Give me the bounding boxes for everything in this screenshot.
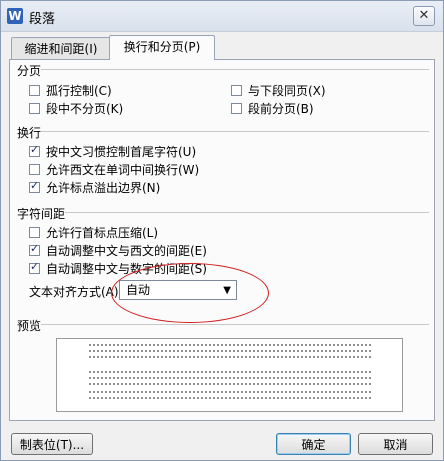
divider — [65, 212, 429, 213]
tabs-button[interactable]: 制表位(T)... — [11, 433, 93, 455]
checkbox-label: 自动调整中文与西文的间距(E) — [46, 244, 207, 258]
checkbox[interactable] — [29, 164, 40, 175]
checkbox[interactable] — [29, 85, 40, 96]
close-button[interactable]: ✕ — [413, 6, 435, 26]
checkbox[interactable] — [29, 260, 40, 274]
preview-box — [56, 338, 403, 412]
checkbox-widow-control[interactable]: 孤行控制(C) — [29, 82, 112, 99]
checkbox-label: 段前分页(B) — [248, 102, 314, 116]
tab-line-page-breaks[interactable]: 换行和分页(P) — [109, 35, 215, 60]
divider — [41, 131, 429, 132]
checkbox[interactable] — [29, 179, 40, 193]
divider — [41, 324, 429, 325]
checkbox[interactable] — [29, 143, 40, 157]
cancel-button[interactable]: 取消 — [358, 433, 433, 455]
preview-line — [89, 350, 371, 352]
text-alignment-label: 文本对齐方式(A): — [29, 285, 123, 299]
checkbox-chinese-first-last[interactable]: 按中文习惯控制首尾字符(U) — [29, 143, 196, 160]
checkbox-keep-with-next[interactable]: 与下段同页(X) — [231, 82, 326, 99]
checkbox[interactable] — [29, 103, 40, 114]
checkbox-auto-space-western[interactable]: 自动调整中文与西文的间距(E) — [29, 242, 207, 259]
preview-line — [89, 356, 371, 358]
tab-indent-spacing[interactable]: 缩进和间距(I) — [11, 37, 111, 60]
checkbox-allow-word-wrap[interactable]: 允许西文在单词中间换行(W) — [29, 161, 199, 178]
text-alignment-value: 自动 — [126, 283, 151, 297]
checkbox[interactable] — [231, 103, 242, 114]
checkbox-label: 段中不分页(K) — [46, 102, 124, 116]
divider — [41, 69, 429, 70]
text-alignment-select[interactable]: 自动 ▼ — [119, 280, 237, 300]
section-title-pagination: 分页 — [17, 62, 42, 79]
checkbox-keep-lines-together[interactable]: 段中不分页(K) — [29, 100, 123, 117]
paragraph-dialog: W 段落 ✕ 缩进和间距(I) 换行和分页(P) 分页 孤行控制(C) 与下段同… — [0, 0, 444, 461]
dropdown-arrow-icon: ▼ — [223, 285, 231, 296]
ok-button[interactable]: 确定 — [276, 433, 351, 455]
dialog-title: 段落 — [29, 12, 56, 27]
checkbox-auto-space-numbers[interactable]: 自动调整中文与数字的间距(S) — [29, 260, 207, 277]
checkbox-label: 允许行首标点压缩(L) — [46, 226, 159, 240]
checkbox[interactable] — [29, 242, 40, 256]
checkbox-label: 孤行控制(C) — [46, 84, 112, 98]
checkbox-label: 允许标点溢出边界(N) — [46, 181, 161, 195]
checkbox[interactable] — [29, 227, 40, 238]
preview-line — [89, 377, 371, 379]
title-bar[interactable]: W 段落 ✕ — [1, 1, 443, 32]
checkbox-punctuation-overflow[interactable]: 允许标点溢出边界(N) — [29, 179, 160, 196]
section-title-line-break: 换行 — [17, 124, 42, 141]
checkbox-label: 与下段同页(X) — [248, 84, 326, 98]
section-title-char-spacing: 字符间距 — [17, 205, 66, 222]
preview-line — [89, 397, 371, 399]
checkbox-page-break-before[interactable]: 段前分页(B) — [231, 100, 314, 117]
preview-line — [89, 391, 371, 393]
preview-line — [89, 344, 371, 346]
checkbox-label: 按中文习惯控制首尾字符(U) — [46, 145, 197, 159]
checkbox-compress-punctuation[interactable]: 允许行首标点压缩(L) — [29, 224, 158, 241]
section-title-preview: 预览 — [17, 317, 42, 334]
preview-line — [89, 371, 371, 373]
checkbox[interactable] — [231, 85, 242, 96]
checkbox-label: 允许西文在单词中间换行(W) — [46, 163, 200, 177]
checkbox-label: 自动调整中文与数字的间距(S) — [46, 262, 207, 276]
wps-writer-icon: W — [7, 8, 23, 24]
preview-line — [89, 383, 371, 385]
